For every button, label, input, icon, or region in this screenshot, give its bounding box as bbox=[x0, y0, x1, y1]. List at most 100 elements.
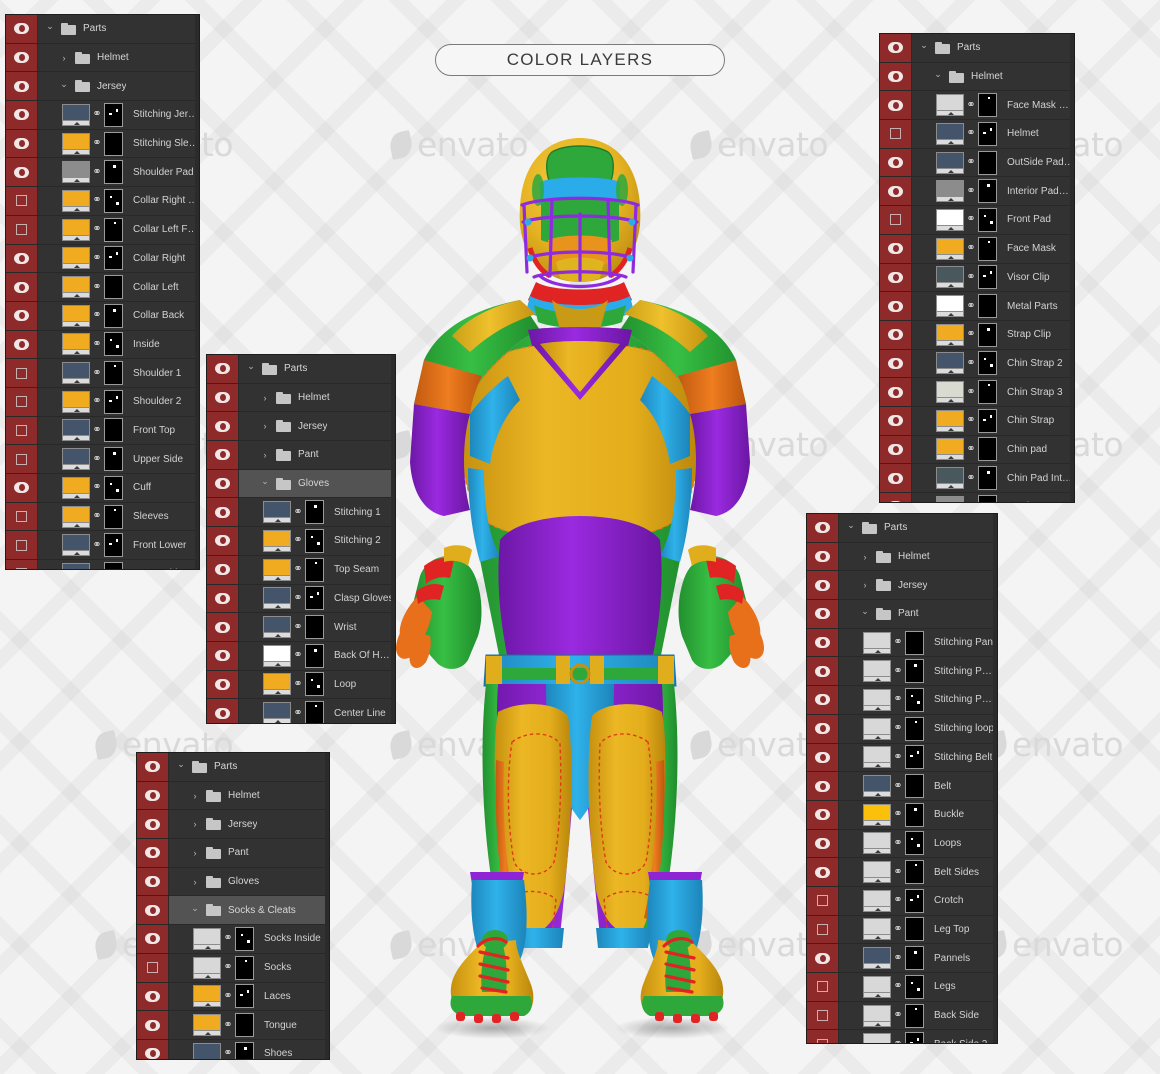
layer-row-body[interactable]: ⌄ Parts bbox=[239, 355, 395, 383]
layer-thumbnail[interactable] bbox=[193, 956, 221, 979]
visibility-eye-toggle[interactable] bbox=[807, 514, 839, 542]
layer-thumbnail[interactable] bbox=[863, 717, 891, 740]
layer-row-body[interactable]: ⚭ Back Side 2 bbox=[839, 1030, 997, 1043]
visibility-off-toggle[interactable] bbox=[807, 1030, 839, 1043]
layer-row-body[interactable]: ⚭ Helmet bbox=[912, 120, 1074, 148]
layer-mask-thumbnail[interactable] bbox=[104, 418, 123, 443]
layer-row-body[interactable]: ⚭ Collar Left Front bbox=[38, 216, 199, 244]
layer-row[interactable]: ⚭ Front Pad bbox=[880, 206, 1074, 235]
layer-mask-thumbnail[interactable] bbox=[978, 437, 997, 462]
link-mask-icon[interactable]: ⚭ bbox=[223, 1048, 233, 1059]
visibility-eye-toggle[interactable] bbox=[807, 800, 839, 829]
layer-row[interactable]: ⚭ Front Top bbox=[6, 416, 199, 446]
layer-thumbnail[interactable] bbox=[62, 189, 90, 212]
layer-thumbnail[interactable] bbox=[936, 495, 964, 502]
link-mask-icon[interactable]: ⚭ bbox=[893, 952, 903, 964]
layer-mask-thumbnail[interactable] bbox=[104, 389, 123, 414]
link-mask-icon[interactable]: ⚭ bbox=[893, 694, 903, 705]
layer-row[interactable]: ⚭ Inside bbox=[6, 330, 199, 360]
layer-thumbnail[interactable] bbox=[863, 975, 891, 998]
layer-group-row[interactable]: ⌄ Parts bbox=[137, 753, 329, 782]
link-mask-icon[interactable]: ⚭ bbox=[293, 621, 303, 633]
layer-mask-thumbnail[interactable] bbox=[905, 860, 924, 885]
layer-mask-thumbnail[interactable] bbox=[104, 303, 123, 328]
layer-mask-thumbnail[interactable] bbox=[104, 504, 123, 529]
chevron-down-icon[interactable]: ⌄ bbox=[859, 606, 871, 617]
link-mask-icon[interactable]: ⚭ bbox=[293, 535, 303, 546]
layer-thumbnail[interactable] bbox=[62, 218, 90, 241]
layer-thumbnail[interactable] bbox=[193, 985, 221, 1008]
layer-row-body[interactable]: ⚭ Top Seam bbox=[239, 556, 395, 584]
layer-row-body[interactable]: › Jersey bbox=[239, 412, 395, 440]
layer-mask-thumbnail[interactable] bbox=[104, 475, 123, 500]
layer-thumbnail[interactable] bbox=[62, 476, 90, 499]
layer-thumbnail[interactable] bbox=[936, 94, 964, 117]
layer-row[interactable]: ⚭ Strap Clip bbox=[880, 320, 1074, 350]
helmet-layers-panel[interactable]: ⌄ Parts ⌄ Helmet ⚭ Face Mask Clip ⚭ Helmet ⚭ OutS… bbox=[879, 33, 1075, 503]
layer-mask-thumbnail[interactable] bbox=[104, 332, 123, 357]
panel-scrollbar[interactable] bbox=[1070, 34, 1074, 502]
visibility-off-toggle[interactable] bbox=[6, 387, 38, 416]
chevron-right-icon[interactable]: › bbox=[259, 393, 271, 403]
chevron-right-icon[interactable]: › bbox=[859, 552, 871, 562]
layer-row[interactable]: ⚭ Cuff bbox=[6, 474, 199, 503]
layer-thumbnail[interactable] bbox=[863, 660, 891, 683]
layer-row[interactable]: ⚭ Shoulder 1 bbox=[6, 359, 199, 388]
link-mask-icon[interactable]: ⚭ bbox=[92, 424, 102, 436]
layer-thumbnail[interactable] bbox=[936, 381, 964, 404]
visibility-eye-toggle[interactable] bbox=[807, 714, 839, 743]
layer-row[interactable]: ⚭ Chin Strap bbox=[880, 406, 1074, 436]
panel-scrollbar[interactable] bbox=[391, 355, 395, 723]
layer-row-body[interactable]: ⚭ Collar Right bbox=[38, 245, 199, 273]
layer-row-body[interactable]: ⌄ Jersey bbox=[38, 72, 199, 100]
layer-thumbnail[interactable] bbox=[62, 304, 90, 327]
link-mask-icon[interactable]: ⚭ bbox=[92, 511, 102, 522]
visibility-eye-toggle[interactable] bbox=[137, 925, 169, 953]
visibility-off-toggle[interactable] bbox=[6, 502, 38, 531]
jersey-layers-panel[interactable]: ⌄ Parts › Helmet ⌄ Jersey ⚭ Stitching Jersey ⚭ St… bbox=[5, 14, 200, 570]
visibility-eye-toggle[interactable] bbox=[137, 982, 169, 1011]
link-mask-icon[interactable]: ⚭ bbox=[966, 214, 976, 225]
layer-mask-thumbnail[interactable] bbox=[305, 643, 324, 668]
layer-thumbnail[interactable] bbox=[263, 673, 291, 696]
layer-mask-thumbnail[interactable] bbox=[104, 188, 123, 213]
panel-scrollbar[interactable] bbox=[325, 753, 329, 1059]
visibility-eye-toggle[interactable] bbox=[880, 493, 912, 502]
layer-mask-thumbnail[interactable] bbox=[978, 179, 997, 204]
layer-row-body[interactable]: ⚭ Face Mask Clip bbox=[912, 91, 1074, 119]
layer-row[interactable]: ⚭ Stitching Pant bbox=[807, 628, 997, 658]
layer-mask-thumbnail[interactable] bbox=[978, 380, 997, 405]
layer-mask-thumbnail[interactable] bbox=[104, 217, 123, 242]
layer-thumbnail[interactable] bbox=[863, 1004, 891, 1027]
visibility-eye-toggle[interactable] bbox=[6, 101, 38, 129]
link-mask-icon[interactable]: ⚭ bbox=[966, 357, 976, 369]
link-mask-icon[interactable]: ⚭ bbox=[893, 1010, 903, 1021]
layer-row[interactable]: ⚭ Loops bbox=[807, 829, 997, 859]
layer-row-body[interactable]: ⚭ Laces bbox=[169, 983, 329, 1011]
link-mask-icon[interactable]: ⚭ bbox=[92, 568, 102, 569]
layer-group-row[interactable]: › Jersey bbox=[207, 412, 395, 442]
layer-row-body[interactable]: ⚭ Front Pad bbox=[912, 206, 1074, 234]
layer-row-body[interactable]: › Pant bbox=[239, 441, 395, 469]
layer-mask-thumbnail[interactable] bbox=[905, 917, 924, 942]
layer-row[interactable]: ⚭ Stitching Pant Top bbox=[807, 686, 997, 715]
link-mask-icon[interactable]: ⚭ bbox=[293, 506, 303, 518]
layer-row[interactable]: ⚭ Collar Left Front bbox=[6, 215, 199, 245]
link-mask-icon[interactable]: ⚭ bbox=[966, 271, 976, 283]
layer-thumbnail[interactable] bbox=[863, 832, 891, 855]
layer-row-body[interactable]: ⚭ Shoes bbox=[169, 1040, 329, 1059]
layer-row[interactable]: ⚭ Belt Sides bbox=[807, 858, 997, 887]
layer-thumbnail[interactable] bbox=[936, 438, 964, 461]
layer-row[interactable]: ⚭ Interior Padding bbox=[880, 177, 1074, 207]
visibility-eye-toggle[interactable] bbox=[880, 406, 912, 435]
layer-mask-thumbnail[interactable] bbox=[905, 659, 924, 684]
visibility-off-toggle[interactable] bbox=[6, 416, 38, 445]
visibility-eye-toggle[interactable] bbox=[207, 527, 239, 555]
visibility-eye-toggle[interactable] bbox=[6, 301, 38, 330]
link-mask-icon[interactable]: ⚭ bbox=[966, 243, 976, 254]
layer-mask-thumbnail[interactable] bbox=[978, 466, 997, 491]
layer-mask-thumbnail[interactable] bbox=[978, 322, 997, 347]
layer-mask-thumbnail[interactable] bbox=[305, 500, 324, 525]
layer-row[interactable]: ⚭ Metal Parts bbox=[880, 292, 1074, 321]
layer-row[interactable]: ⚭ Pannels bbox=[807, 944, 997, 973]
